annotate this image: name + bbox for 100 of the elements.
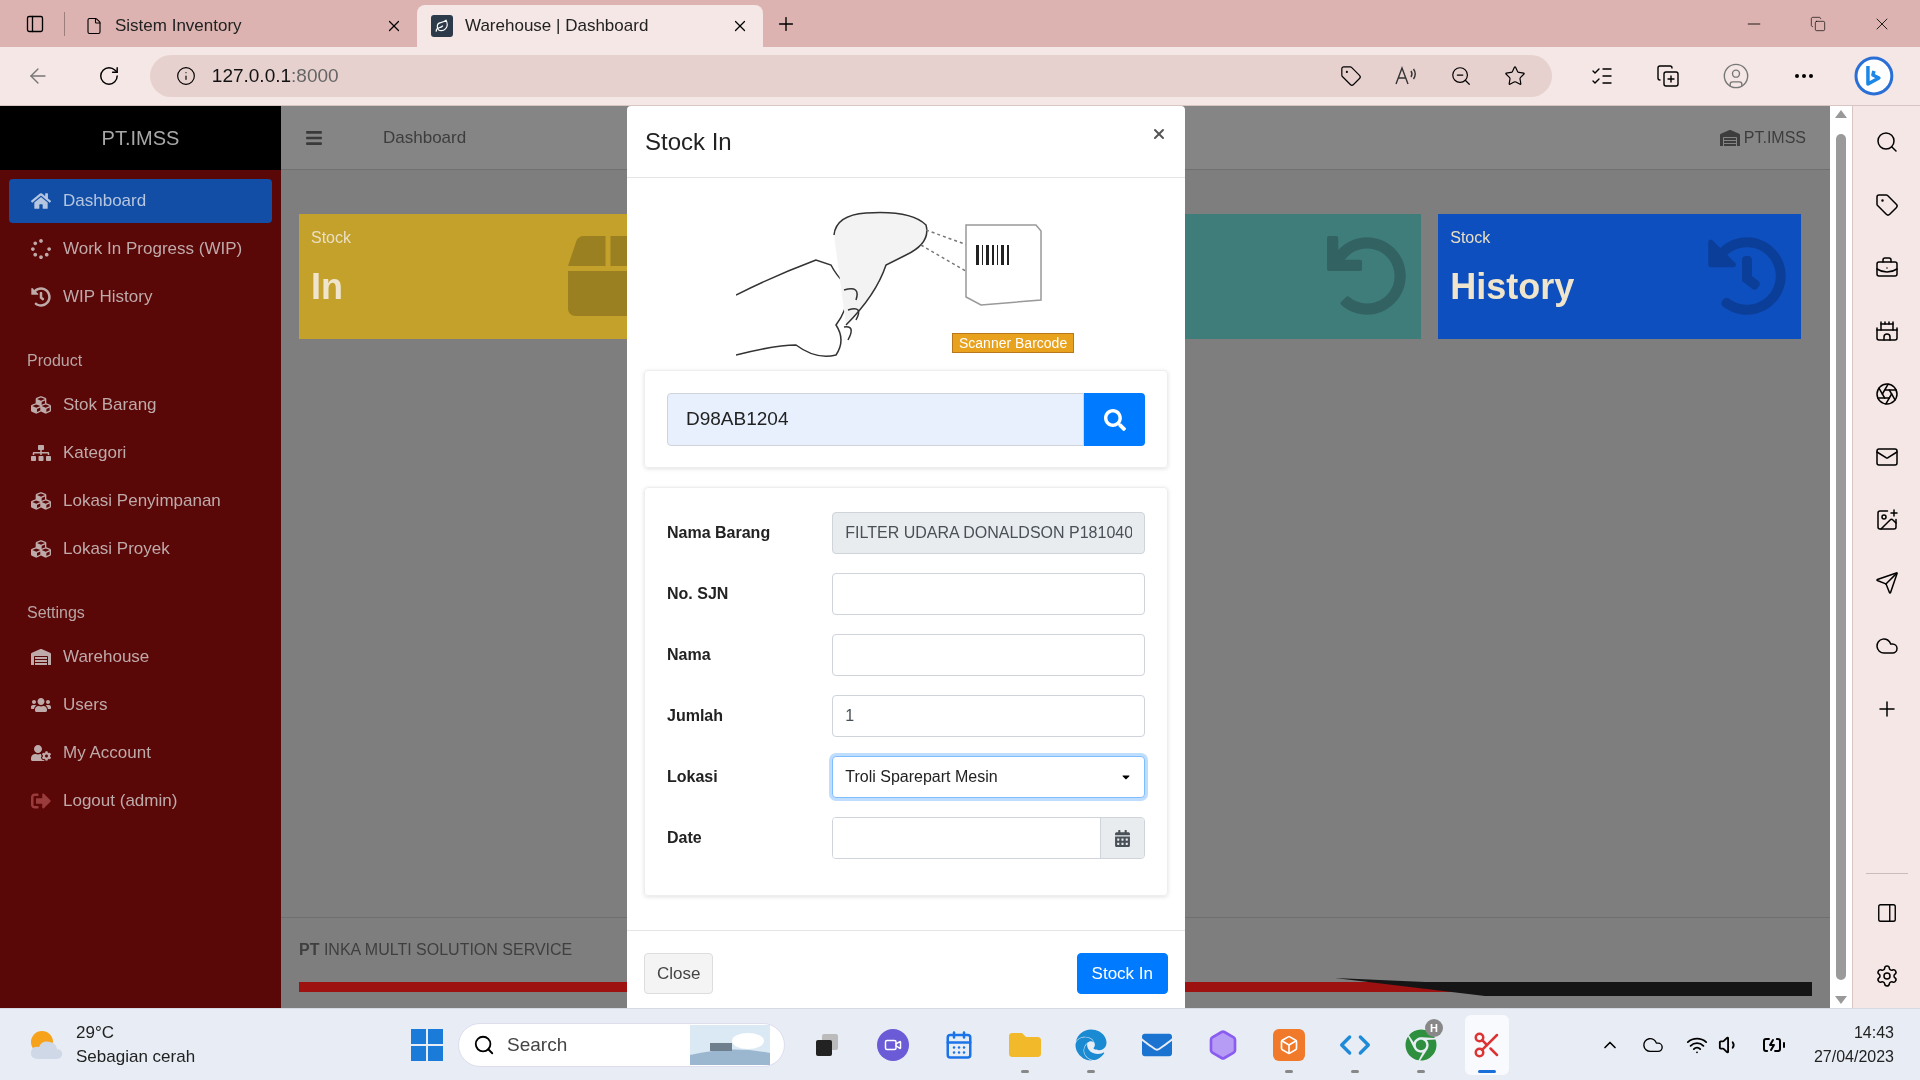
history-icon xyxy=(1707,236,1787,316)
send-icon[interactable] xyxy=(1874,571,1899,595)
scrollbar-thumb[interactable] xyxy=(1836,134,1846,980)
sidebar-item[interactable]: WIP History xyxy=(9,275,272,319)
section-heading: Settings xyxy=(26,603,86,623)
refresh-icon[interactable] xyxy=(97,65,120,87)
card-title: History xyxy=(1450,265,1575,309)
sidebar-item[interactable]: Logout (admin) xyxy=(9,779,272,823)
read-aloud-icon[interactable] xyxy=(1394,65,1419,87)
sidebar-item[interactable]: Users xyxy=(9,683,272,727)
card-caption: Stock xyxy=(1450,228,1491,248)
sidebar-item[interactable]: Stok Barang xyxy=(9,383,272,427)
restore-icon[interactable] xyxy=(1810,15,1826,32)
sidebar-item[interactable]: My Account xyxy=(9,731,272,775)
browser-tab[interactable]: Sistem Inventory xyxy=(71,5,417,47)
search-button[interactable] xyxy=(1084,393,1145,446)
info-icon[interactable] xyxy=(175,66,196,86)
barcode-input[interactable]: D98AB1204 xyxy=(667,393,1084,446)
sidebar-item[interactable]: Work In Progress (WIP) xyxy=(9,227,272,271)
url-text: 127.0.0.1:8000 xyxy=(211,63,339,88)
calendar-icon[interactable] xyxy=(1114,829,1131,847)
card-caption: Stock xyxy=(311,228,351,248)
image-label: Scanner Barcode xyxy=(952,333,1075,353)
date-field[interactable] xyxy=(832,817,1145,859)
input-field[interactable] xyxy=(832,634,1145,676)
warehouse-icon xyxy=(31,647,51,667)
taskbar-search[interactable]: Search xyxy=(458,1023,785,1067)
sidebar-item[interactable]: Dashboard xyxy=(9,179,272,223)
task-view-icon[interactable] xyxy=(814,1032,840,1058)
notification-badge: H xyxy=(1425,1019,1443,1037)
boxes-icon xyxy=(31,491,51,511)
clock-time: 14:43 xyxy=(1853,1022,1894,1043)
search-icon xyxy=(473,1034,495,1056)
submit-button[interactable]: Stock In xyxy=(1076,953,1168,994)
settings-icon[interactable] xyxy=(1874,964,1899,988)
browser-icon[interactable] xyxy=(1075,1029,1107,1061)
section-heading: Product xyxy=(26,351,84,371)
input-field[interactable] xyxy=(832,573,1145,615)
history-icon xyxy=(31,287,51,307)
users-icon xyxy=(31,695,51,715)
taskbar-app[interactable]: H xyxy=(1399,1015,1443,1075)
chat-icon[interactable] xyxy=(877,1029,909,1061)
stat-card[interactable]: Stock History xyxy=(1438,214,1801,339)
spinner-icon xyxy=(31,239,51,259)
sidebar-item[interactable]: Kategori xyxy=(9,431,272,475)
card-title: In xyxy=(311,265,343,309)
page-icon xyxy=(85,17,103,35)
tab-title: Sistem Inventory xyxy=(115,15,243,38)
modal-title: Stock In xyxy=(645,126,732,157)
tag-icon[interactable] xyxy=(1874,193,1899,217)
sign-out-icon xyxy=(31,791,51,811)
field-label: Date xyxy=(667,828,703,848)
search-icon[interactable] xyxy=(1874,130,1899,154)
sidebar-item[interactable]: Warehouse xyxy=(9,635,272,679)
footer-text: PT INKA MULTI SOLUTION SERVICE xyxy=(299,940,573,960)
app-icon[interactable] xyxy=(1273,1029,1305,1061)
house-icon xyxy=(31,191,51,211)
input-field[interactable]: FILTER UDARA DONALDSON P181040 xyxy=(832,512,1145,554)
close-button[interactable]: Close xyxy=(644,953,714,994)
aperture-icon[interactable] xyxy=(1874,382,1899,406)
sitemap-icon xyxy=(31,443,51,463)
search-icon xyxy=(1103,408,1126,431)
weather-temp: 29°C xyxy=(76,1021,115,1044)
star-icon[interactable] xyxy=(1504,65,1527,87)
boxes-icon xyxy=(31,395,51,415)
page-title: Dashboard xyxy=(383,126,467,149)
start-icon[interactable] xyxy=(410,1028,444,1062)
sidebar-item[interactable]: Lokasi Penyimpanan xyxy=(9,479,272,523)
user-gear-icon xyxy=(31,743,51,763)
field-label: Nama xyxy=(667,645,712,665)
brand-name: PT.IMSS xyxy=(101,126,180,151)
select-field[interactable]: Troli Sparepart Mesin xyxy=(832,756,1145,798)
tag-icon[interactable] xyxy=(1340,65,1363,87)
field-label: Nama Barang xyxy=(667,523,772,543)
hexagon-icon[interactable] xyxy=(1207,1029,1239,1061)
company-name: PT.IMSS xyxy=(1743,127,1806,148)
boxes-icon xyxy=(31,539,51,559)
chat-logo-icon[interactable] xyxy=(1854,56,1894,96)
image-edit-icon[interactable] xyxy=(1874,508,1899,532)
profile-icon[interactable] xyxy=(1722,62,1751,90)
clock-date: 27/04/2023 xyxy=(1813,1046,1894,1067)
undo-icon xyxy=(1327,236,1408,316)
field-label: No. SJN xyxy=(667,584,730,604)
menu-icon[interactable] xyxy=(305,128,323,147)
tab-title: Warehouse | Dashboard xyxy=(465,15,650,38)
address-bar[interactable]: 127.0.0.1:8000 xyxy=(149,55,1553,97)
field-label: Lokasi xyxy=(667,767,719,787)
weather-desc: Sebagian cerah xyxy=(76,1045,196,1068)
collections-icon[interactable] xyxy=(1656,64,1681,88)
panel-icon[interactable] xyxy=(1875,902,1898,924)
browser-tab[interactable]: Warehouse | Dashboard xyxy=(417,5,763,47)
zoom-out-icon[interactable] xyxy=(1450,65,1473,87)
warehouse-icon xyxy=(1719,127,1740,148)
calendar-icon[interactable] xyxy=(944,1030,974,1060)
briefcase-icon[interactable] xyxy=(1874,256,1899,280)
field-label: Jumlah xyxy=(667,706,724,726)
mail-icon[interactable] xyxy=(1874,445,1899,469)
input-field[interactable]: 1 xyxy=(832,695,1145,737)
sidebar-item[interactable]: Lokasi Proyek xyxy=(9,527,272,571)
site-icon xyxy=(431,15,453,37)
